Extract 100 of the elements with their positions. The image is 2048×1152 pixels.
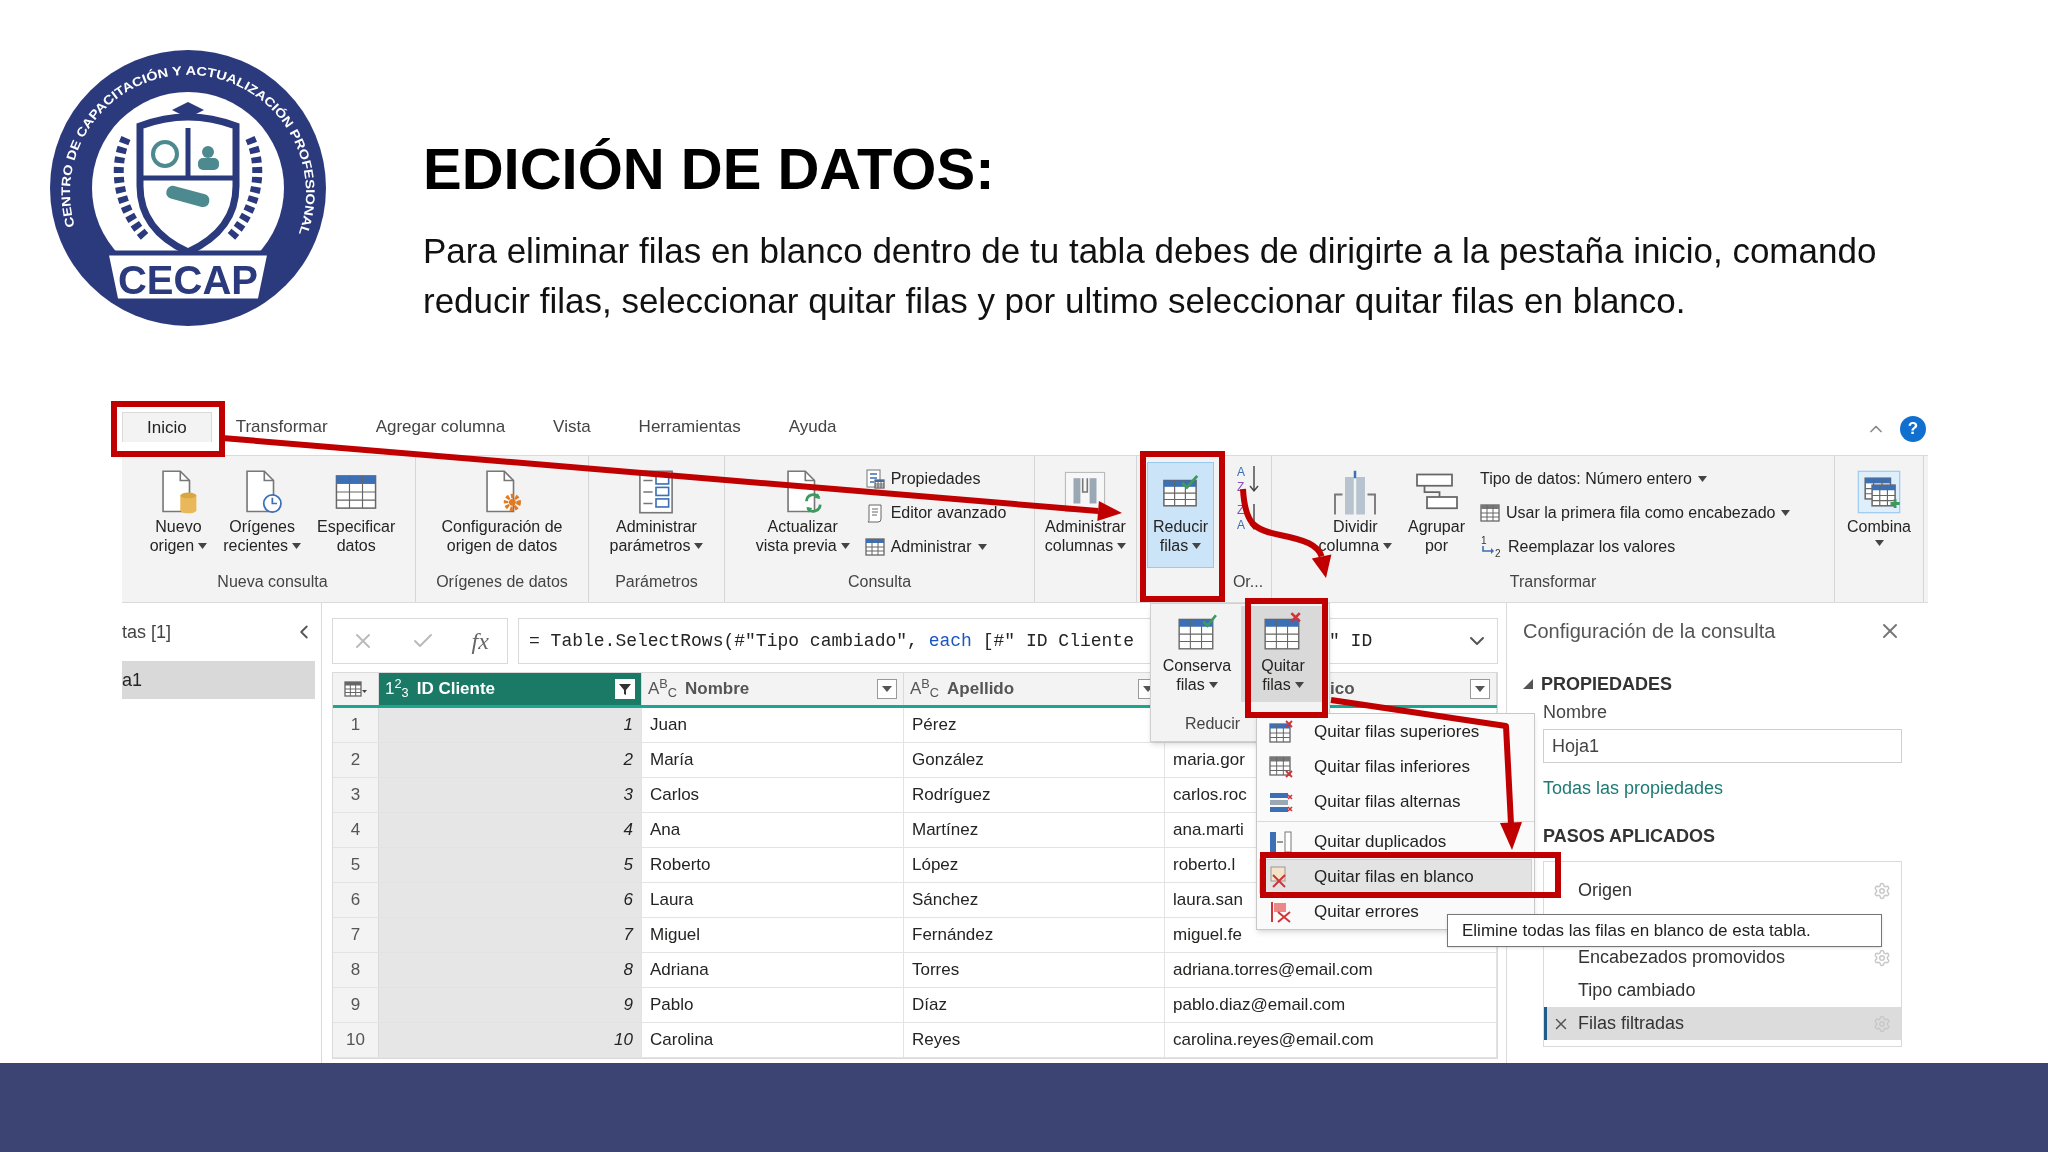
ribbon-tab[interactable]: Vista — [529, 412, 615, 442]
ribbon-tab[interactable]: Transformar — [211, 412, 352, 442]
menu-item[interactable]: Quitar filas alternas — [1259, 784, 1468, 819]
applied-step[interactable]: Tipo cambiado — [1544, 974, 1901, 1007]
table-cell-text: Roberto — [650, 854, 711, 877]
formula-text: = Table.SelectRows(#"Tipo cambiado", each [#" ID Cliente — [529, 630, 1134, 651]
table-cell-text: 10 — [614, 1029, 633, 1052]
table-cell-text: roberto.l — [1173, 854, 1236, 877]
function-button[interactable]: fx — [471, 623, 489, 659]
table-cell-text: Torres — [912, 959, 960, 982]
table-cell-text: Reyes — [912, 1029, 961, 1052]
table-cell-text: Laura — [650, 889, 694, 912]
table-cell-text: Fernández — [912, 924, 994, 947]
table-cell-text: Miguel — [650, 924, 701, 947]
dropdown-icon — [1475, 686, 1485, 692]
tooltip: Elimine todas las filas en blanco de esta tabla. — [1447, 914, 1882, 947]
filter-icon — [618, 682, 632, 696]
ribbon-button[interactable]: Quitar filas — [1241, 606, 1325, 702]
ribbon-button[interactable]: Tipo de datos: Número entero — [1476, 464, 1794, 494]
table-cell-text: 1 — [623, 714, 633, 737]
table-cell-text: Ana — [650, 819, 681, 842]
table-cell-text: laura.san — [1173, 889, 1243, 912]
slide-body: Para eliminar filas en blanco dentro de tu tabla debes de dirigirte a la pestaña inicio, comando reducir filas, seleccionar quitar filas y por ultimo seleccionar quitar filas en blanco. — [423, 230, 1878, 322]
table-cell-text: pablo.diaz@email.com — [1173, 994, 1346, 1017]
ribbon-button[interactable]: Combina — [1841, 462, 1917, 568]
ribbon-button[interactable]: Especificar datos — [311, 462, 402, 568]
dropdown-icon — [882, 686, 892, 692]
applied-step[interactable]: Origen — [1544, 874, 1901, 907]
ribbon-button[interactable]: Usar la primera fila como encabezado — [1476, 498, 1794, 528]
menu-item[interactable]: Quitar filas inferiores — [1259, 749, 1477, 784]
table-cell-text: González — [912, 749, 984, 772]
table-cell-text: 5 — [623, 854, 633, 877]
ribbon-tab[interactable]: Herramientas — [614, 412, 765, 442]
ribbon-button[interactable]: Administrar parámetros — [603, 462, 710, 568]
table-cell-text: Carlos — [650, 784, 700, 807]
menu-item[interactable]: Quitar duplicados — [1259, 824, 1454, 859]
row-number: 1 — [333, 708, 379, 742]
ribbon-tab[interactable]: Inicio — [122, 412, 212, 442]
ribbon-button[interactable]: Agrupar por — [1402, 462, 1471, 568]
row-number: 9 — [333, 988, 379, 1022]
row-number: 5 — [333, 848, 379, 882]
table-cell-text: miguel.fe — [1173, 924, 1242, 947]
ribbon-button[interactable]: Dividir columna — [1312, 462, 1399, 568]
row-number: 8 — [333, 953, 379, 987]
table-cell-text: 8 — [623, 959, 633, 982]
group-label: Parámetros — [614, 572, 699, 592]
table-remove-icon — [1268, 754, 1294, 779]
ribbon-button[interactable]: Administrar — [861, 532, 1010, 562]
menu-item[interactable]: Quitar filas en blanco — [1259, 859, 1532, 894]
group-label: Consulta — [846, 572, 913, 592]
row-number: 3 — [333, 778, 379, 812]
help-button[interactable]: ? — [1900, 416, 1926, 442]
section-heading: PROPIEDADES — [1541, 672, 1673, 696]
ribbon-button[interactable]: Editor avanzado — [861, 498, 1010, 528]
properties-icon — [864, 469, 885, 489]
ribbon-button[interactable]: 1 2 Reemplazar los valores — [1476, 532, 1794, 562]
table-cell-text: ana.marti — [1173, 819, 1244, 842]
table-cell-text: 4 — [623, 819, 633, 842]
filter-button[interactable] — [877, 679, 897, 699]
ribbon-tab[interactable]: Ayuda — [764, 412, 861, 442]
query-item[interactable]: a1 — [122, 661, 315, 699]
row-number: 4 — [333, 813, 379, 847]
filter-button[interactable] — [1470, 679, 1490, 699]
ribbon-button[interactable]: Configuración de origen de datos — [435, 462, 569, 568]
table-menu-button[interactable] — [333, 673, 379, 705]
row-number: 7 — [333, 918, 379, 952]
table-cell-text: 3 — [623, 784, 633, 807]
table-icon — [864, 537, 885, 557]
group-label: Reducir — [1185, 714, 1241, 734]
table-cell-text: carlos.roc — [1173, 784, 1247, 807]
ribbon-tab[interactable]: Agregar columna — [351, 412, 530, 442]
menu-item[interactable]: Quitar filas superiores — [1259, 714, 1487, 749]
all-properties-link[interactable]: Todas las propiedades — [1543, 775, 1724, 803]
table-cell-text: Rodríguez — [912, 784, 991, 807]
combine-tables-icon — [1856, 469, 1902, 515]
applied-step[interactable]: Filas filtradas — [1544, 1007, 1901, 1040]
row-number: 2 — [333, 743, 379, 777]
formula-text: " ID — [1329, 629, 1373, 653]
ribbon-button[interactable]: Propiedades — [861, 464, 1010, 494]
ribbon-button[interactable]: Actualizar vista previa — [749, 462, 856, 568]
table-cell-text: Díaz — [912, 994, 947, 1017]
group-label: Transformar — [1508, 572, 1598, 592]
ribbon-button[interactable]: Reducir filas — [1146, 462, 1215, 568]
table-cell-text: Pérez — [912, 714, 957, 737]
table-cell-text: Martínez — [912, 819, 979, 842]
name-field[interactable]: Hoja1 — [1543, 729, 1902, 763]
table-cell-text: adriana.torres@email.com — [1173, 959, 1373, 982]
group-label: Or... — [1231, 572, 1265, 592]
column-header[interactable]: A$^{B}$$_{C}$ Nombre — [642, 673, 904, 705]
column-header[interactable]: 1$^{2}$$_{3}$ ID Cliente — [379, 673, 642, 705]
menu-item[interactable]: Quitar errores — [1259, 894, 1426, 929]
ribbon-button[interactable]: Orígenes recientes — [217, 462, 308, 568]
group-label: Nueva consulta — [216, 572, 329, 592]
table-cell-text: María — [650, 749, 694, 772]
row-number: 6 — [333, 883, 379, 917]
group-label: Orígenes de datos — [435, 572, 569, 592]
table-cell-text: 9 — [623, 994, 633, 1017]
ribbon-button[interactable]: Nuevo origen — [143, 462, 214, 568]
table-cell-text: 2 — [623, 749, 633, 772]
table-cell-text: Sánchez — [912, 889, 979, 912]
